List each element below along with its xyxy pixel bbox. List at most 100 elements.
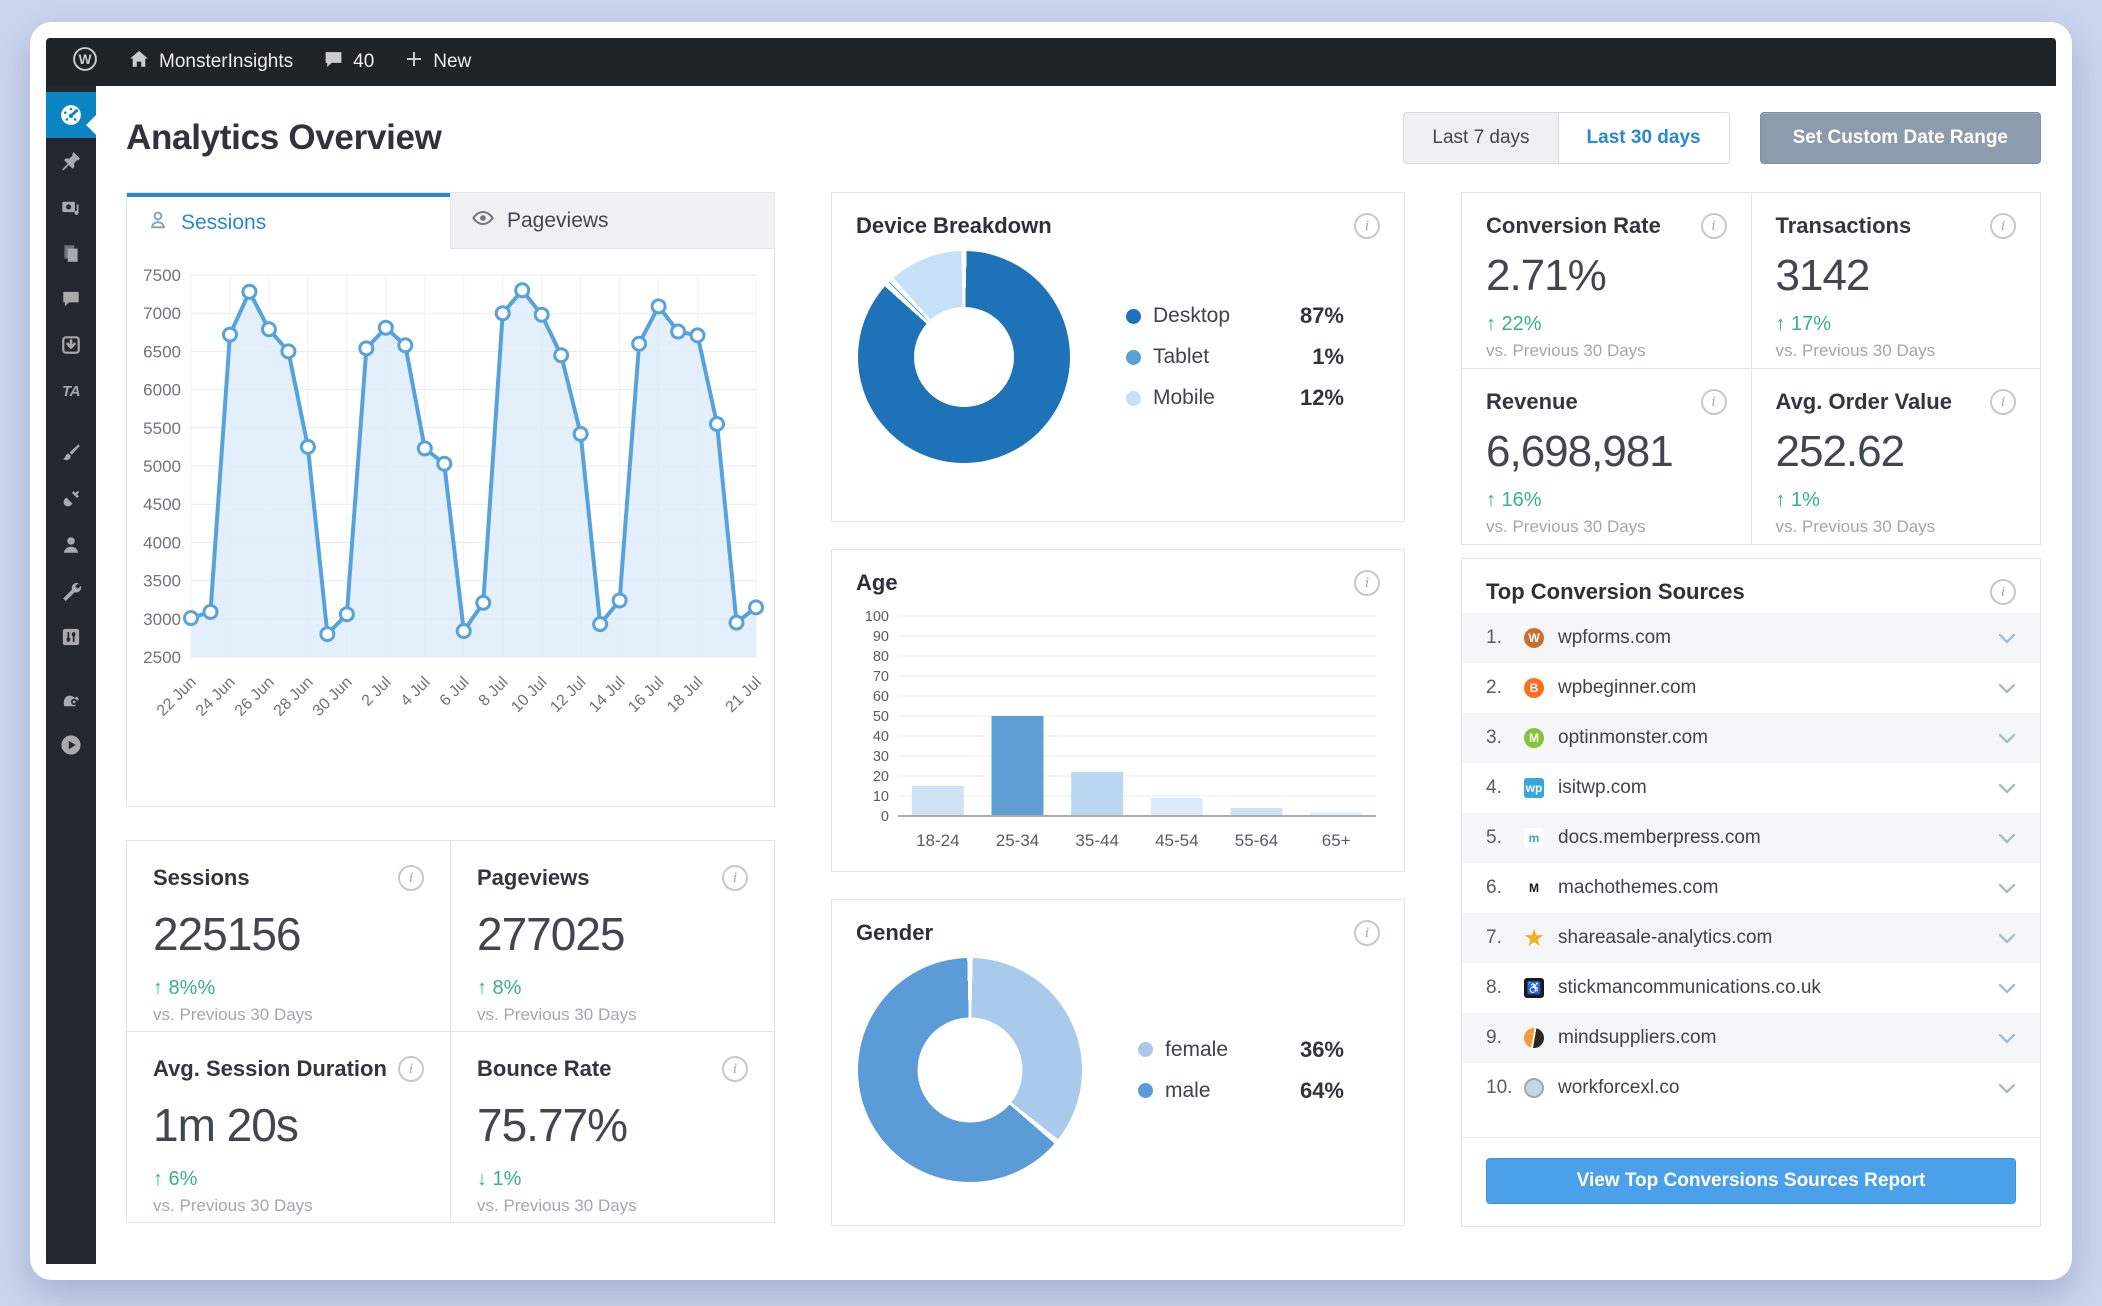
paintbrush-icon bbox=[60, 442, 82, 464]
tab-sessions-label: Sessions bbox=[181, 210, 267, 234]
tab-pageviews[interactable]: Pageviews bbox=[450, 193, 774, 249]
gender-title: Gender bbox=[856, 920, 934, 945]
info-icon[interactable]: i bbox=[398, 865, 424, 891]
stat-value: 6,698,981 bbox=[1486, 427, 1674, 476]
info-icon[interactable]: i bbox=[1354, 570, 1380, 596]
info-icon[interactable]: i bbox=[722, 865, 748, 891]
wp-admin-bar: W MonsterInsights 40 New bbox=[46, 38, 2056, 86]
stat-title: Avg. Order Value bbox=[1775, 389, 1952, 414]
legend-item: Tablet 1% bbox=[1126, 344, 1344, 370]
chevron-down-icon[interactable] bbox=[1998, 633, 2016, 644]
sidebar-item-dashboard[interactable] bbox=[46, 92, 96, 138]
chevron-down-icon[interactable] bbox=[1998, 883, 2016, 894]
legend-label: Tablet bbox=[1153, 345, 1210, 368]
source-row[interactable]: 2. B wpbeginner.com bbox=[1462, 663, 2040, 713]
last-7-days-button[interactable]: Last 7 days bbox=[1404, 113, 1557, 163]
sidebar-item-media[interactable] bbox=[46, 184, 96, 230]
user-icon bbox=[60, 534, 82, 556]
source-row[interactable]: 10. workforcexl.co bbox=[1462, 1063, 2040, 1113]
sidebar-item-appearance[interactable] bbox=[46, 430, 96, 476]
source-favicon-icon: M bbox=[1524, 878, 1544, 898]
set-custom-date-range-button[interactable]: Set Custom Date Range bbox=[1759, 112, 2041, 164]
info-icon[interactable]: i bbox=[1354, 213, 1380, 239]
stat-value: 3142 bbox=[1775, 251, 1871, 300]
svg-text:35-44: 35-44 bbox=[1075, 831, 1118, 850]
sidebar-item-tools[interactable] bbox=[46, 568, 96, 614]
legend-item: male 64% bbox=[1138, 1078, 1344, 1104]
chevron-down-icon[interactable] bbox=[1998, 1033, 2016, 1044]
chevron-down-icon[interactable] bbox=[1998, 783, 2016, 794]
download-icon bbox=[60, 334, 82, 356]
svg-text:W: W bbox=[79, 52, 92, 67]
chevron-down-icon[interactable] bbox=[1998, 983, 2016, 994]
sidebar-item-thirstyaffiliates[interactable]: TA bbox=[46, 368, 96, 414]
stat-card: Avg. Session Duration i 1m 20s ↑ 6% vs. … bbox=[127, 1032, 450, 1222]
svg-text:6500: 6500 bbox=[143, 342, 181, 361]
source-row[interactable]: 3. M optinmonster.com bbox=[1462, 713, 2040, 763]
stat-change: ↑ 6% bbox=[153, 1168, 198, 1190]
sidebar-item-downloads[interactable] bbox=[46, 322, 96, 368]
chevron-down-icon[interactable] bbox=[1998, 933, 2016, 944]
stat-card: Bounce Rate i 75.77% ↓ 1% vs. Previous 3… bbox=[451, 1032, 774, 1222]
legend-label: male bbox=[1165, 1078, 1211, 1102]
sidebar-item-comments[interactable] bbox=[46, 276, 96, 322]
source-row[interactable]: 1. W wpforms.com bbox=[1462, 613, 2040, 663]
info-icon[interactable]: i bbox=[398, 1056, 424, 1082]
legend-dot bbox=[1126, 308, 1141, 324]
source-domain: wpforms.com bbox=[1558, 627, 1671, 648]
last-30-days-button[interactable]: Last 30 days bbox=[1557, 113, 1729, 163]
sidebar-item-users[interactable] bbox=[46, 522, 96, 568]
source-row[interactable]: 6. M machothemes.com bbox=[1462, 863, 2040, 913]
svg-text:5000: 5000 bbox=[143, 457, 181, 476]
legend-value: 64% bbox=[1299, 1077, 1344, 1103]
source-rank: 3. bbox=[1486, 727, 1502, 748]
svg-text:100: 100 bbox=[865, 609, 889, 625]
sidebar-item-video[interactable] bbox=[46, 722, 96, 768]
source-rank: 5. bbox=[1486, 827, 1502, 848]
sidebar-item-settings[interactable] bbox=[46, 614, 96, 660]
source-favicon-icon: ♿ bbox=[1524, 978, 1544, 998]
stat-note: vs. Previous 30 Days bbox=[153, 1005, 313, 1024]
sidebar-item-pages[interactable] bbox=[46, 230, 96, 276]
legend-label: Mobile bbox=[1153, 386, 1215, 409]
new-content-menu[interactable]: New bbox=[394, 38, 481, 86]
chevron-down-icon[interactable] bbox=[1998, 1083, 2016, 1094]
sidebar-item-plugins[interactable] bbox=[46, 476, 96, 522]
tab-sessions[interactable]: Sessions bbox=[127, 193, 450, 249]
source-rank: 4. bbox=[1486, 777, 1502, 798]
source-row[interactable]: 5. m docs.memberpress.com bbox=[1462, 813, 2040, 863]
comments-menu[interactable]: 40 bbox=[313, 38, 384, 86]
chevron-down-icon[interactable] bbox=[1998, 683, 2016, 694]
source-favicon-icon: M bbox=[1524, 728, 1544, 748]
stat-value: 252.62 bbox=[1775, 427, 1906, 476]
stat-change: ↑ 22% bbox=[1486, 313, 1542, 335]
info-icon[interactable]: i bbox=[1990, 579, 2016, 605]
sidebar-item-posts[interactable] bbox=[46, 138, 96, 184]
info-icon[interactable]: i bbox=[1354, 920, 1380, 946]
source-row[interactable]: 7. ★ shareasale-analytics.com bbox=[1462, 913, 2040, 963]
source-row[interactable]: 4. wp isitwp.com bbox=[1462, 763, 2040, 813]
chevron-down-icon[interactable] bbox=[1998, 733, 2016, 744]
info-icon[interactable]: i bbox=[1700, 389, 1727, 415]
info-icon[interactable]: i bbox=[722, 1056, 748, 1082]
wp-logo-menu[interactable]: W bbox=[62, 38, 108, 86]
play-circle-icon bbox=[59, 733, 83, 757]
chevron-down-icon[interactable] bbox=[1998, 833, 2016, 844]
svg-text:14 Jul: 14 Jul bbox=[586, 674, 628, 716]
donut-hole bbox=[917, 1017, 1023, 1123]
info-icon[interactable]: i bbox=[1990, 213, 2016, 239]
comments-bubble-icon bbox=[60, 288, 82, 310]
chart-tabs: Sessions Pageviews bbox=[127, 193, 774, 249]
info-icon[interactable]: i bbox=[1990, 389, 2016, 415]
device-legend: Desktop 87% Tablet 1% Mobile 12% bbox=[1126, 303, 1378, 411]
svg-text:45-54: 45-54 bbox=[1155, 831, 1198, 850]
source-favicon-icon: B bbox=[1524, 678, 1544, 698]
info-icon[interactable]: i bbox=[1700, 213, 1727, 239]
source-row[interactable]: 8. ♿ stickmancommunications.co.uk bbox=[1462, 963, 2040, 1013]
source-row[interactable]: 9. mindsuppliers.com bbox=[1462, 1013, 2040, 1063]
site-menu[interactable]: MonsterInsights bbox=[118, 38, 303, 86]
sidebar-item-monsterinsights[interactable] bbox=[46, 676, 96, 722]
svg-text:28 Jun: 28 Jun bbox=[271, 674, 317, 720]
stat-note: vs. Previous 30 Days bbox=[1775, 341, 1936, 360]
view-top-conversions-report-button[interactable]: View Top Conversions Sources Report bbox=[1486, 1158, 2016, 1204]
